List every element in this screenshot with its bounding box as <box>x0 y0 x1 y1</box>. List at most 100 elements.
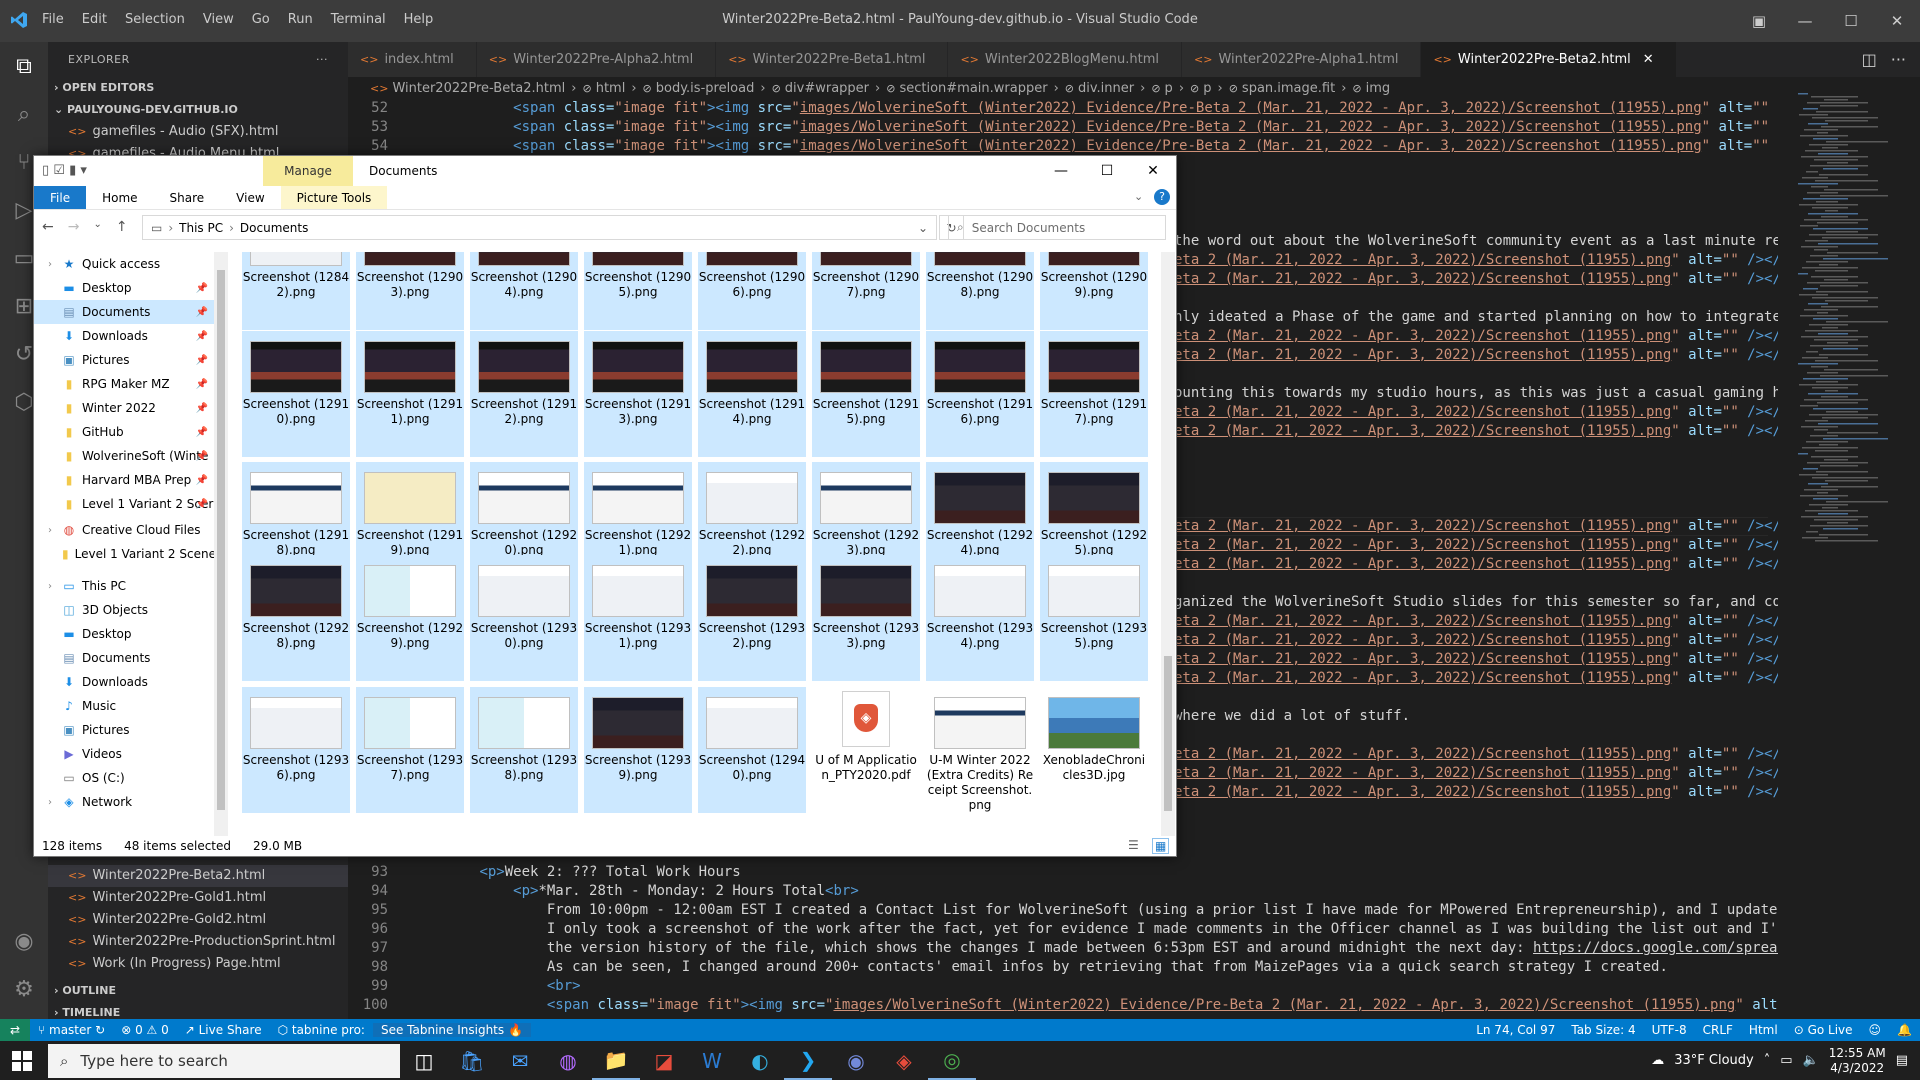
explorer-maximize-button[interactable]: ☐ <box>1084 156 1130 186</box>
breadcrumb-item[interactable]: <> Winter2022Pre-Beta2.html <box>370 81 565 96</box>
file-tile[interactable]: Screenshot (12906).png <box>698 252 806 330</box>
file-tile[interactable]: U-M Winter 2022 (Extra Credits) Receipt … <box>926 687 1034 836</box>
edge-icon[interactable]: ◐ <box>736 1041 784 1080</box>
cursor-position[interactable]: Ln 74, Col 97 <box>1468 1023 1563 1037</box>
file-tile[interactable]: Screenshot (12933).png <box>812 555 920 681</box>
breadcrumb-item[interactable]: ⊘ html <box>582 81 625 96</box>
pin-icon[interactable]: 📌 <box>196 331 208 342</box>
explorer-files-icon[interactable]: ⧉ <box>0 42 48 90</box>
file-tile[interactable]: Screenshot (12916).png <box>926 331 1034 457</box>
nav-item-wolverinesoft-winte[interactable]: ▮ WolverineSoft (Winte 📌 <box>34 444 214 468</box>
brave-icon[interactable]: ◈ <box>880 1041 928 1080</box>
file-item[interactable]: <> Winter2022Pre-Gold2.html <box>48 909 348 931</box>
more-actions-icon[interactable]: ··· <box>316 42 328 77</box>
nav-item-level-1-variant-2-scer[interactable]: ▮ Level 1 Variant 2 Scer 📌 <box>34 492 214 516</box>
close-tab-icon[interactable]: ✕ <box>1643 52 1654 67</box>
encoding[interactable]: UTF-8 <box>1644 1023 1695 1037</box>
file-tile[interactable]: Screenshot (12935).png <box>1040 555 1148 681</box>
minimap[interactable] <box>1778 77 1908 1019</box>
live-share-status[interactable]: ↗ Live Share <box>177 1023 270 1037</box>
nav-item-downloads[interactable]: ⬇ Downloads <box>34 670 214 694</box>
path-segment[interactable]: Documents <box>240 221 308 235</box>
file-tile[interactable]: Screenshot (12917).png <box>1040 331 1148 457</box>
search-icon[interactable]: ⌕ <box>0 90 48 138</box>
language-mode[interactable]: Html <box>1741 1023 1786 1037</box>
layout-icon[interactable]: ▣ <box>1736 0 1782 42</box>
explorer-close-button[interactable]: ✕ <box>1130 156 1176 186</box>
up-arrow-icon[interactable]: ↑ <box>116 219 128 235</box>
file-tile[interactable]: Screenshot (12904).png <box>470 252 578 330</box>
path-segment[interactable]: This PC <box>179 221 223 235</box>
nav-item-this-pc[interactable]: › ▭ This PC <box>34 574 214 598</box>
file-item[interactable]: <> Winter2022Pre-ProductionSprint.html <box>48 931 348 953</box>
file-tile[interactable]: Screenshot (12940).png <box>698 687 806 813</box>
media-app-icon[interactable]: ◍ <box>544 1041 592 1080</box>
close-button[interactable]: ✕ <box>1874 0 1920 42</box>
office-icon[interactable]: ◪ <box>640 1041 688 1080</box>
address-bar[interactable]: ▭ › This PC › Documents ⌄ <box>142 215 937 240</box>
file-tile[interactable]: Screenshot (12928).png <box>242 555 350 681</box>
recent-locations-icon[interactable]: ⌄ <box>93 219 101 235</box>
breadcrumb-item[interactable]: ⊘ div.inner <box>1065 81 1134 96</box>
network-icon[interactable]: ▭ <box>1780 1053 1792 1068</box>
clock[interactable]: 12:55 AM 4/3/2022 <box>1829 1046 1886 1076</box>
file-tile[interactable]: ◈ U of M Application_PTY2020.pdf <box>812 687 920 836</box>
file-tile[interactable]: Screenshot (12842).png <box>242 252 350 330</box>
nav-item-harvard-mba-prep[interactable]: ▮ Harvard MBA Prep 📌 <box>34 468 214 492</box>
notification-center-icon[interactable]: ▤ <box>1896 1053 1908 1068</box>
nav-item-rpg-maker-mz[interactable]: ▮ RPG Maker MZ 📌 <box>34 372 214 396</box>
pin-icon[interactable]: 📌 <box>196 355 208 366</box>
file-tile[interactable]: Screenshot (12903).png <box>356 252 464 330</box>
nav-item-level-1-variant-2-scene-[interactable]: ▮ Level 1 Variant 2 Scene- <box>34 542 214 566</box>
help-icon[interactable]: ? <box>1154 189 1170 205</box>
pin-icon[interactable]: 📌 <box>196 283 208 294</box>
breadcrumb-item[interactable]: ⊘ section#main.wrapper <box>886 81 1047 96</box>
file-item[interactable]: <> gamefiles - Audio (SFX).html <box>48 121 348 143</box>
pin-icon[interactable]: 📌 <box>196 475 208 486</box>
minimize-button[interactable]: — <box>1782 0 1828 42</box>
editor-tab[interactable]: <> Winter2022Pre-Alpha2.html <box>476 42 717 77</box>
maximize-button[interactable]: ☐ <box>1828 0 1874 42</box>
nav-item-documents[interactable]: ▤ Documents 📌 <box>34 300 214 324</box>
file-tile[interactable]: Screenshot (12936).png <box>242 687 350 813</box>
nav-item-desktop[interactable]: ▬ Desktop 📌 <box>34 276 214 300</box>
outline-section[interactable]: › OUTLINE <box>48 980 348 1002</box>
windows-start-icon[interactable] <box>12 1051 32 1071</box>
problems-status[interactable]: ⊗ 0 ⚠ 0 <box>113 1023 177 1037</box>
nav-pane-scrollbar[interactable] <box>214 252 228 836</box>
file-tile[interactable]: Screenshot (12929).png <box>356 555 464 681</box>
breadcrumb-item[interactable]: ⊘ p <box>1151 81 1172 96</box>
chevron-right-icon[interactable]: › <box>48 581 56 592</box>
file-tile[interactable]: Screenshot (12931).png <box>584 555 692 681</box>
nav-item-pictures[interactable]: ▣ Pictures 📌 <box>34 348 214 372</box>
word-icon[interactable]: W <box>688 1041 736 1080</box>
file-tile[interactable]: Screenshot (12937).png <box>356 687 464 813</box>
chevron-right-icon[interactable]: › <box>48 797 56 808</box>
file-item[interactable]: <> Work (In Progress) Page.html <box>48 953 348 975</box>
go-live[interactable]: ⊙ Go Live <box>1786 1023 1861 1037</box>
mail-icon[interactable]: ✉ <box>496 1041 544 1080</box>
pin-icon[interactable]: 📌 <box>196 427 208 438</box>
editor-tab[interactable]: <> Winter2022Pre-Beta1.html <box>716 42 949 77</box>
breadcrumb-item[interactable]: ⊘ body.is-preload <box>643 81 755 96</box>
ribbon-expand-icon[interactable]: ⌄ <box>1134 190 1143 203</box>
ribbon-tab-view[interactable]: View <box>220 186 280 209</box>
nav-item-documents[interactable]: ▤ Documents <box>34 646 214 670</box>
file-tile[interactable]: Screenshot (12910).png <box>242 331 350 457</box>
file-tile[interactable]: XenobladeChronicles3D.jpg <box>1040 687 1148 836</box>
nav-item-network[interactable]: › ◈ Network <box>34 790 214 814</box>
account-icon[interactable]: ◉ <box>0 917 48 965</box>
back-arrow-icon[interactable]: ← <box>42 219 54 235</box>
nav-item-pictures[interactable]: ▣ Pictures <box>34 718 214 742</box>
weather-text[interactable]: 33°F Cloudy <box>1674 1053 1753 1068</box>
editor-tab[interactable]: <> Winter2022BlogMenu.html <box>948 42 1183 77</box>
notifications-icon[interactable]: 🔔 <box>1889 1023 1920 1037</box>
split-editor-icon[interactable]: ◫ <box>1862 50 1877 69</box>
discord-icon[interactable]: ◉ <box>832 1041 880 1080</box>
breadcrumb-item[interactable]: ⊘ img <box>1352 81 1390 96</box>
task-view-icon[interactable]: ◫ <box>400 1041 448 1080</box>
branch-status[interactable]: ⑂ master ↻ <box>30 1023 113 1037</box>
file-tile[interactable]: Screenshot (12930).png <box>470 555 578 681</box>
pin-icon[interactable]: 📌 <box>196 307 208 318</box>
file-tile[interactable]: Screenshot (12912).png <box>470 331 578 457</box>
